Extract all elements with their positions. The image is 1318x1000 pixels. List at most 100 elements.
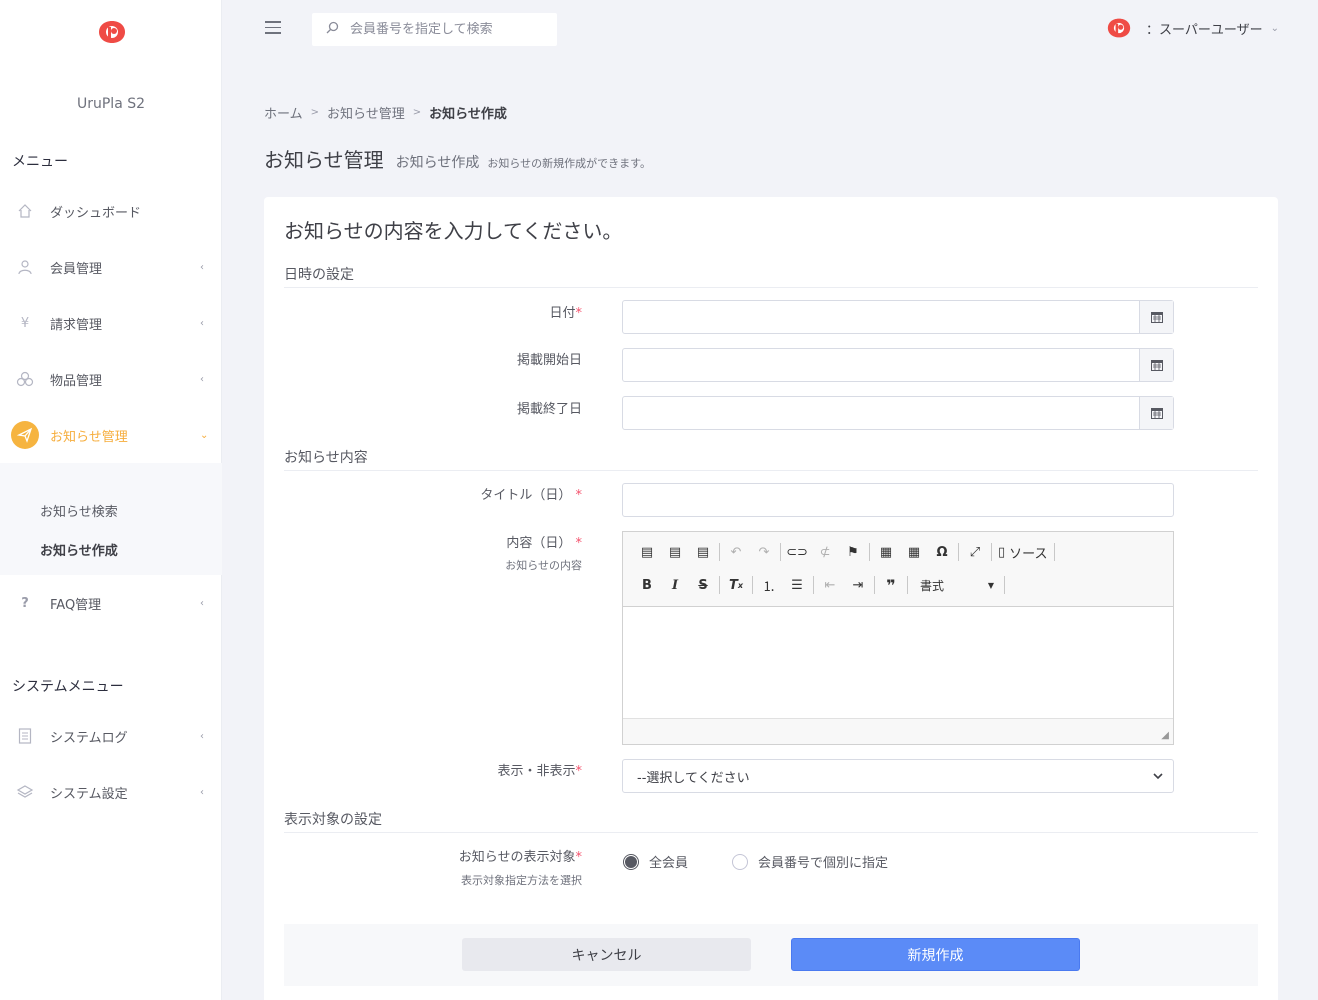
numbered-list-icon[interactable]: ⒈ — [755, 573, 783, 597]
end-date-field — [622, 396, 1174, 430]
title-label: タイトル（日） * — [480, 484, 582, 503]
toolbar-divider — [958, 543, 959, 561]
toolbar-divider — [874, 576, 875, 594]
image-icon[interactable]: ▦ — [872, 540, 900, 564]
source-button[interactable]: ▯ ソース — [994, 543, 1052, 562]
visibility-select[interactable]: --選択してください — [622, 759, 1174, 793]
notices-submenu: お知らせ検索 お知らせ作成 — [0, 463, 222, 575]
sidebar: UruPla S2 メニュー ダッシュボード 会員管理 ‹ ¥ 請求管理 ‹ 物… — [0, 0, 222, 1000]
toolbar-divider — [991, 543, 992, 561]
strikethrough-icon[interactable]: S — [689, 573, 717, 597]
create-button[interactable]: 新規作成 — [791, 938, 1080, 971]
cancel-button[interactable]: キャンセル — [462, 938, 751, 971]
special-char-icon[interactable]: Ω — [928, 540, 956, 564]
paste-text-icon[interactable]: ▤ — [661, 540, 689, 564]
app-name: UruPla S2 — [76, 96, 146, 112]
paste-word-icon[interactable]: ▤ — [689, 540, 717, 564]
sidebar-item-system-log[interactable]: システムログ ‹ — [0, 716, 222, 756]
calendar-icon[interactable] — [1139, 301, 1173, 333]
user-menu[interactable]: ：スーパーユーザー ⌄ — [1104, 16, 1279, 40]
page-subtitle: お知らせ作成 — [395, 155, 480, 171]
title-input[interactable] — [622, 483, 1174, 517]
blockquote-icon[interactable]: ❞ — [877, 573, 905, 597]
sidebar-item-goods[interactable]: 物品管理 ‹ — [0, 359, 222, 399]
link-icon[interactable]: ⊂⊃ — [783, 540, 811, 564]
redo-icon[interactable]: ↷ — [750, 540, 778, 564]
sidebar-item-billing[interactable]: ¥ 請求管理 ‹ — [0, 303, 222, 343]
table-icon[interactable]: ▦ — [900, 540, 928, 564]
italic-icon[interactable]: I — [661, 573, 689, 597]
form-heading: お知らせの内容を入力してください。 — [284, 219, 623, 243]
calendar-icon[interactable] — [1139, 397, 1173, 429]
document-icon — [16, 727, 34, 745]
date-label-text: 日付 — [549, 306, 576, 321]
anchor-flag-icon[interactable]: ⚑ — [839, 540, 867, 564]
editor-toolbar: ▤ ▤ ▤ ↶ ↷ ⊂⊃ ⊄ ⚑ ▦ ▦ Ω ⤢ ▯ ソース B I S T x… — [623, 532, 1173, 607]
breadcrumb-home[interactable]: ホーム — [264, 103, 303, 122]
chevron-left-icon: ‹ — [200, 373, 204, 385]
app-logo[interactable] — [96, 18, 128, 46]
calendar-icon[interactable] — [1139, 349, 1173, 381]
editor-content-area[interactable] — [623, 607, 1173, 718]
format-select[interactable]: 書式 ▼ — [910, 573, 1002, 597]
bulleted-list-icon[interactable]: ☰ — [783, 573, 811, 597]
radio-label: 全会員 — [649, 856, 689, 871]
radio-button[interactable] — [732, 853, 748, 870]
rich-text-editor: ▤ ▤ ▤ ↶ ↷ ⊂⊃ ⊄ ⚑ ▦ ▦ Ω ⤢ ▯ ソース B I S T x… — [622, 531, 1174, 745]
question-icon: ? — [21, 595, 29, 611]
sidebar-item-label: システムログ — [50, 730, 128, 746]
unlink-icon[interactable]: ⊄ — [811, 540, 839, 564]
page-title: お知らせ管理 — [264, 148, 384, 172]
section-datetime: 日時の設定 — [284, 264, 1258, 288]
date-field — [622, 300, 1174, 334]
body-label-text: 内容（日） — [506, 536, 572, 551]
required-mark: * — [575, 850, 583, 865]
toolbar-divider — [780, 543, 781, 561]
sidebar-item-dashboard[interactable]: ダッシュボード — [0, 191, 222, 231]
bold-icon[interactable]: B — [633, 573, 661, 597]
outdent-icon[interactable]: ⇤ — [816, 573, 844, 597]
system-menu-header: システムメニュー — [12, 679, 124, 695]
submenu-item-notice-search[interactable]: お知らせ検索 — [40, 501, 118, 520]
sidebar-item-members[interactable]: 会員管理 ‹ — [0, 247, 222, 287]
remove-format-icon[interactable]: Tx — [722, 573, 750, 597]
maximize-icon[interactable]: ⤢ — [961, 540, 989, 564]
sidebar-item-system-settings[interactable]: システム設定 ‹ — [0, 772, 222, 812]
start-date-input[interactable] — [623, 349, 1139, 381]
date-input[interactable] — [623, 301, 1139, 333]
resize-handle-icon[interactable]: ◢ — [1161, 730, 1169, 741]
required-mark: * — [575, 764, 583, 779]
indent-icon[interactable]: ⇥ — [844, 573, 872, 597]
home-icon — [16, 202, 34, 220]
layers-icon — [16, 783, 34, 801]
end-date-input[interactable] — [623, 397, 1139, 429]
paste-icon[interactable]: ▤ — [633, 540, 661, 564]
search-input[interactable] — [350, 22, 550, 37]
radio-button-selected[interactable] — [623, 853, 639, 870]
menu-header: メニュー — [12, 154, 68, 170]
sidebar-item-notices[interactable]: お知らせ管理 ⌄ — [0, 415, 222, 455]
member-search — [312, 13, 557, 46]
page-header: お知らせ管理 お知らせ作成 お知らせの新規作成ができます。 — [264, 144, 651, 173]
toolbar-divider — [813, 576, 814, 594]
user-name: ：スーパーユーザー — [1146, 22, 1263, 38]
breadcrumb-current: お知らせ作成 — [429, 107, 507, 122]
body-hint: お知らせの内容 — [505, 559, 582, 572]
breadcrumb: ホーム > お知らせ管理 > お知らせ作成 — [264, 103, 507, 122]
menu-toggle-icon[interactable] — [265, 21, 281, 35]
required-mark: * — [575, 536, 583, 551]
radio-individual-members[interactable]: 会員番号で個別に指定 — [732, 852, 888, 871]
start-date-label: 掲載開始日 — [516, 353, 582, 368]
format-label: 書式 — [920, 578, 945, 593]
paper-plane-icon — [11, 421, 39, 449]
form-actions: キャンセル 新規作成 — [284, 924, 1258, 986]
submenu-item-notice-create[interactable]: お知らせ作成 — [40, 540, 118, 559]
body-label: 内容（日） * — [506, 532, 582, 551]
breadcrumb-notices[interactable]: お知らせ管理 — [327, 103, 405, 122]
sidebar-item-faq[interactable]: ? FAQ管理 ‹ — [0, 583, 222, 623]
radio-all-members[interactable]: 全会員 — [623, 852, 688, 871]
toolbar-row-2: B I S Tx ⒈ ☰ ⇤ ⇥ ❞ 書式 ▼ — [633, 573, 1007, 597]
target-hint: 表示対象指定方法を選択 — [461, 874, 582, 887]
chevron-left-icon: ‹ — [200, 261, 204, 273]
undo-icon[interactable]: ↶ — [722, 540, 750, 564]
